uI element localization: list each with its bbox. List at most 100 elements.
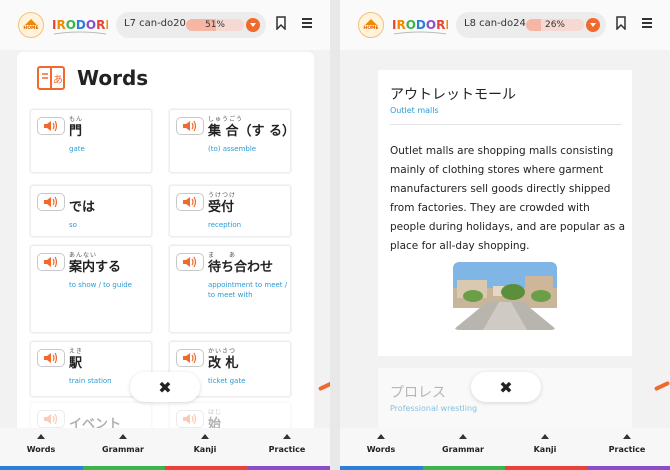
- menu-icon[interactable]: [642, 18, 652, 28]
- close-icon: ✖: [158, 377, 172, 397]
- bookmark-icon[interactable]: [616, 16, 626, 30]
- home-button[interactable]: HOME: [18, 12, 44, 38]
- nav-practice[interactable]: Practice: [246, 428, 328, 454]
- progress-bar: 26%: [526, 19, 584, 31]
- nav-kanji[interactable]: Kanji: [164, 428, 246, 454]
- word-card[interactable]: もん門 gate: [30, 109, 152, 173]
- english-meaning: ticket gate: [208, 377, 246, 385]
- irodori-logo[interactable]: IRODORI: [52, 10, 108, 38]
- menu-icon[interactable]: [302, 18, 312, 28]
- progress-text: 51%: [204, 20, 225, 30]
- speaker-icon: [183, 352, 197, 364]
- japanese-word: 受付: [208, 200, 235, 215]
- word-card[interactable]: では so: [30, 185, 152, 237]
- home-icon: [25, 19, 37, 25]
- japanese-word: 門: [69, 124, 83, 139]
- caret-up-icon: [37, 434, 45, 439]
- nav-label: Practice: [608, 445, 646, 454]
- home-button[interactable]: HOME: [358, 12, 384, 38]
- svg-text:あ: あ: [53, 74, 63, 86]
- furigana: えき: [69, 348, 83, 355]
- furigana: うけつけ: [208, 192, 237, 199]
- japanese-word: 改 札: [208, 356, 239, 371]
- furigana: かいさつ: [208, 348, 237, 355]
- progress-bar: 51%: [186, 19, 244, 31]
- speaker-button[interactable]: [37, 253, 65, 271]
- app-header: HOME IRODORI L7 can-do20 51%: [0, 0, 330, 50]
- word-card[interactable]: あんない 案内する to show / to guide: [30, 245, 152, 333]
- irodori-logo[interactable]: IRODORI: [392, 10, 448, 38]
- speaker-button[interactable]: [176, 410, 204, 428]
- progress-text: 26%: [544, 20, 565, 30]
- speaker-button[interactable]: [37, 117, 65, 135]
- level-selector[interactable]: L7 can-do20 51%: [116, 12, 266, 38]
- furigana: [69, 192, 151, 200]
- nav-label: Words: [366, 445, 396, 454]
- furigana: あんない: [69, 252, 98, 259]
- nav-grammar[interactable]: Grammar: [82, 428, 164, 454]
- word-card[interactable]: うけつけ 受付 reception: [169, 185, 291, 237]
- svg-text:IRODORI: IRODORI: [52, 18, 108, 32]
- close-icon: ✖: [499, 377, 513, 397]
- app-header: HOME IRODORI L8 can-do24 26%: [340, 0, 670, 50]
- outlet-mall-photo: [453, 262, 557, 330]
- nav-kanji[interactable]: Kanji: [504, 428, 586, 454]
- nav-label: Grammar: [102, 445, 144, 454]
- speaker-icon: [183, 256, 197, 268]
- nav-grammar[interactable]: Grammar: [422, 428, 504, 454]
- speaker-button[interactable]: [176, 253, 204, 271]
- furigana: はじ: [208, 409, 223, 416]
- japanese-word: では: [69, 200, 96, 215]
- speaker-button[interactable]: [176, 117, 204, 135]
- speaker-icon: [44, 413, 58, 425]
- home-label: HOME: [363, 26, 379, 31]
- speaker-icon: [183, 196, 197, 208]
- word-card[interactable]: ま あ待ち合わせ appointment to meet / to meet wi…: [169, 245, 291, 333]
- chevron-down-icon[interactable]: [586, 18, 600, 32]
- nav-label: Words: [26, 445, 56, 454]
- close-button[interactable]: ✖: [471, 372, 541, 402]
- article-subtitle: Professional wrestling: [390, 404, 478, 413]
- speaker-button[interactable]: [37, 410, 65, 428]
- english-meaning: so: [69, 221, 77, 229]
- english-meaning: reception: [208, 221, 242, 229]
- caret-up-icon: [459, 434, 467, 439]
- speaker-button[interactable]: [176, 349, 204, 367]
- level-selector[interactable]: L8 can-do24 26%: [456, 12, 606, 38]
- word-card[interactable]: しゅうごう集 合（す る） (to) assemble: [169, 109, 296, 173]
- nav-words[interactable]: Words: [340, 428, 422, 454]
- level-label: L8 can-do24: [464, 18, 526, 29]
- speaker-icon: [44, 256, 58, 268]
- decorative-swoosh: [653, 380, 670, 392]
- furigana: しゅうごう: [208, 116, 244, 123]
- nav-label: Kanji: [533, 445, 557, 454]
- japanese-word: 集 合（す る）: [208, 124, 296, 139]
- color-strip: [0, 466, 330, 470]
- speaker-icon: [44, 196, 58, 208]
- home-icon: [365, 19, 377, 25]
- caret-up-icon: [623, 434, 631, 439]
- article-subtitle: Outlet malls: [390, 106, 439, 115]
- caret-up-icon: [377, 434, 385, 439]
- japanese-word: 待ち合わせ: [208, 260, 274, 275]
- speaker-icon: [44, 352, 58, 364]
- speaker-button[interactable]: [37, 193, 65, 211]
- culture-screen: HOME IRODORI L8 can-do24 26% アウトレットモール O…: [340, 0, 670, 470]
- furigana: もん: [69, 116, 84, 123]
- caret-up-icon: [541, 434, 549, 439]
- japanese-word: 案内する: [69, 260, 122, 275]
- furigana: ま あ: [208, 252, 237, 259]
- nav-words[interactable]: Words: [0, 428, 82, 454]
- svg-text:IRODORI: IRODORI: [392, 18, 448, 32]
- nav-practice[interactable]: Practice: [586, 428, 668, 454]
- speaker-button[interactable]: [176, 193, 204, 211]
- bookmark-icon[interactable]: [276, 16, 286, 30]
- japanese-word: 駅: [69, 356, 83, 371]
- article-title: プロレス: [390, 385, 446, 401]
- close-button[interactable]: ✖: [130, 372, 200, 402]
- chevron-down-icon[interactable]: [246, 18, 260, 32]
- section-title: Words: [77, 66, 149, 90]
- speaker-icon: [183, 120, 197, 132]
- divider: [390, 124, 622, 125]
- speaker-button[interactable]: [37, 349, 65, 367]
